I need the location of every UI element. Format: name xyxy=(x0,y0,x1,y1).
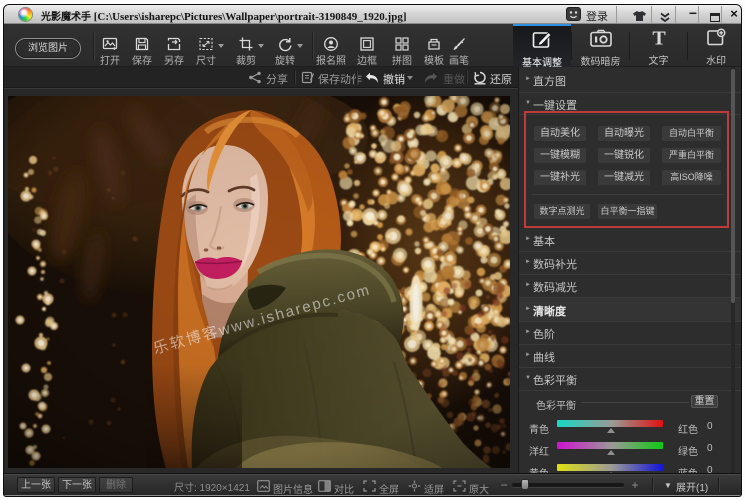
svg-text:T: T xyxy=(652,28,666,50)
